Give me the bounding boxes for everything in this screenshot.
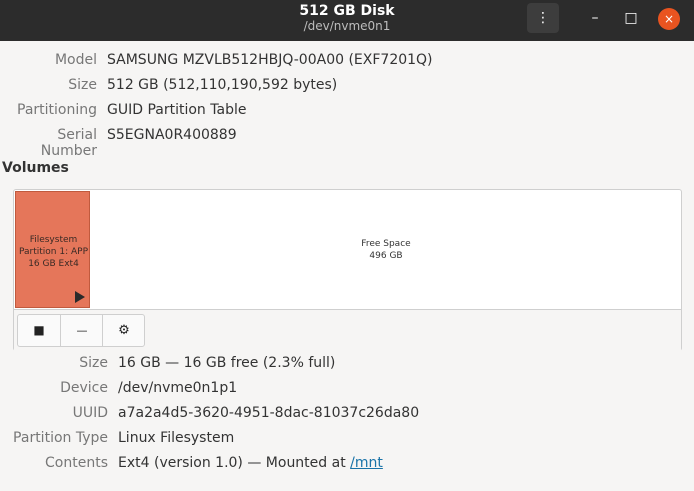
partition-size-value: 16 GB — 16 GB free (2.3% full): [118, 355, 336, 371]
menu-button[interactable]: ⋮: [527, 3, 559, 33]
minimize-button[interactable]: –: [584, 8, 606, 30]
volumes-map: Filesystem Partition 1: APP 16 GB Ext4 F…: [13, 189, 682, 351]
contents-text: Ext4 (version 1.0) — Mounted at: [118, 455, 351, 471]
partition-name-text: Partition 1: APP: [19, 247, 88, 257]
partitioning-value: GUID Partition Table: [107, 102, 247, 118]
partition-type-value: Linux Filesystem: [118, 430, 235, 446]
volume-toolbar: ■ — ⚙: [14, 309, 681, 351]
minimize-icon: –: [591, 10, 599, 26]
partition-type-text: Filesystem: [29, 235, 78, 245]
delete-partition-button[interactable]: —: [60, 315, 103, 346]
free-space-label: Free Space: [361, 239, 411, 249]
close-button[interactable]: ×: [658, 8, 680, 30]
kebab-menu-icon: ⋮: [536, 10, 550, 26]
stop-icon: ■: [33, 323, 45, 337]
contents-label: Contents: [45, 455, 108, 471]
device-value: /dev/nvme0n1p1: [118, 380, 238, 396]
model-label: Model: [54, 52, 97, 68]
mount-indicator-icon: [75, 291, 85, 303]
size-value: 512 GB (512,110,190,592 bytes): [107, 77, 338, 93]
partition-settings-button[interactable]: ⚙: [102, 315, 145, 346]
uuid-value: a7a2a4d5-3620-4951-8dac-81037c26da80: [118, 405, 420, 421]
mount-point-link[interactable]: /mnt: [350, 455, 383, 471]
partition-size-text: 16 GB Ext4: [28, 259, 79, 269]
minus-icon: —: [76, 324, 88, 337]
volumes-heading: Volumes: [2, 160, 69, 176]
device-label: Device: [60, 380, 108, 396]
contents-value: Ext4 (version 1.0) — Mounted at /mnt: [118, 455, 383, 471]
partitioning-label: Partitioning: [17, 102, 97, 118]
title-bar: 512 GB Disk /dev/nvme0n1 ⋮ – □ ×: [0, 0, 694, 41]
unmount-button[interactable]: ■: [18, 315, 60, 346]
volume-actions: ■ — ⚙: [17, 314, 145, 347]
size-label: Size: [68, 77, 97, 93]
serial-number-label: Serial Number: [40, 127, 97, 159]
gears-icon: ⚙: [118, 323, 130, 338]
maximize-button[interactable]: □: [620, 8, 642, 30]
partition-size-label: Size: [79, 355, 108, 371]
serial-number-value: S5EGNA0R400889: [107, 127, 237, 143]
partition-1-block[interactable]: Filesystem Partition 1: APP 16 GB Ext4: [15, 191, 90, 308]
maximize-icon: □: [624, 10, 638, 26]
partition-type-label: Partition Type: [13, 430, 108, 446]
model-value: SAMSUNG MZVLB512HBJQ-00A00 (EXF7201Q): [107, 52, 433, 68]
close-icon: ×: [663, 12, 675, 26]
free-space-size: 496 GB: [369, 251, 403, 261]
uuid-label: UUID: [72, 405, 108, 421]
